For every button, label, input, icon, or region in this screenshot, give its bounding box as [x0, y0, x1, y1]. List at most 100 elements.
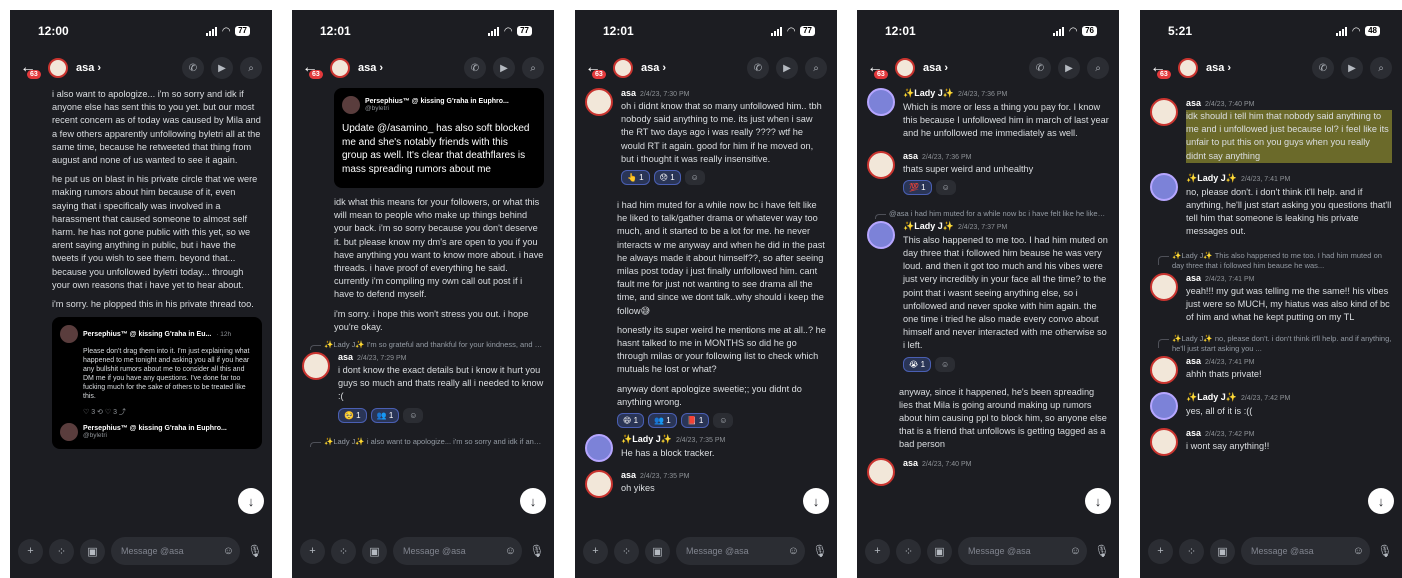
scroll-down-button[interactable]: ↓	[520, 488, 546, 514]
avatar[interactable]	[585, 470, 613, 499]
reaction[interactable]: 👥 1	[648, 413, 677, 429]
avatar[interactable]	[48, 58, 68, 78]
contact-name[interactable]: asa ›	[641, 62, 740, 74]
call-icon[interactable]: ✆	[1312, 57, 1334, 79]
call-icon[interactable]: ✆	[1029, 57, 1051, 79]
avatar[interactable]	[1150, 272, 1178, 301]
author-name[interactable]: asa	[903, 151, 918, 161]
video-icon[interactable]: ▶	[776, 57, 798, 79]
apps-icon[interactable]: ⁘	[614, 538, 639, 564]
search-icon[interactable]: ⌕	[522, 57, 544, 79]
gift-icon[interactable]: ▣	[80, 538, 105, 564]
reaction[interactable]: 😄 1	[617, 413, 645, 429]
add-reaction-icon[interactable]: ☺	[935, 356, 956, 372]
avatar[interactable]	[1150, 172, 1178, 201]
apps-icon[interactable]: ⁘	[331, 538, 356, 564]
message-list[interactable]: i also want to apologize... i'm so sorry…	[10, 84, 272, 524]
contact-name[interactable]: asa ›	[358, 62, 457, 74]
video-icon[interactable]: ▶	[1341, 57, 1363, 79]
emoji-icon[interactable]: ☺	[1070, 545, 1081, 557]
scroll-down-button[interactable]: ↓	[238, 488, 264, 514]
reply-preview[interactable]: @asa i had him muted for a while now bc …	[867, 209, 1109, 219]
avatar[interactable]	[1150, 392, 1178, 421]
message-input[interactable]: Message @asa ☺	[1241, 537, 1370, 565]
microphone-icon[interactable]: 🎙	[246, 544, 264, 558]
author-name[interactable]: ✨Lady J✨	[903, 221, 954, 231]
add-reaction-icon[interactable]: ☺	[713, 413, 734, 429]
emoji-icon[interactable]: ☺	[1353, 545, 1364, 557]
add-reaction-icon[interactable]: ☺	[684, 170, 705, 186]
reply-preview[interactable]: ✨Lady J✨ no, please don't. i don't think…	[1150, 334, 1392, 354]
gift-icon[interactable]: ▣	[645, 538, 670, 564]
avatar[interactable]	[1178, 58, 1198, 78]
reaction[interactable]: 💯 1	[903, 179, 932, 195]
apps-icon[interactable]: ⁘	[1179, 538, 1204, 564]
author-name[interactable]: ✨Lady J✨	[621, 434, 672, 444]
gift-icon[interactable]: ▣	[362, 538, 387, 564]
reaction[interactable]: 👆 1	[621, 170, 650, 186]
message-input[interactable]: Message @asa ☺	[393, 537, 522, 565]
avatar[interactable]	[867, 150, 895, 179]
author-name[interactable]: asa	[1186, 98, 1201, 108]
call-icon[interactable]: ✆	[464, 57, 486, 79]
reply-preview[interactable]: ✨Lady J✨ This also happened to me too. I…	[1150, 251, 1392, 271]
microphone-icon[interactable]: 🎙	[528, 544, 546, 558]
contact-name[interactable]: asa ›	[1206, 62, 1305, 74]
plus-icon[interactable]: +	[300, 538, 325, 564]
scroll-down-button[interactable]: ↓	[1085, 488, 1111, 514]
emoji-icon[interactable]: ☺	[223, 545, 234, 557]
author-name[interactable]: ✨Lady J✨	[903, 88, 954, 98]
reaction[interactable]: 👥 1	[370, 407, 400, 423]
avatar[interactable]	[1150, 356, 1178, 385]
avatar[interactable]	[330, 58, 350, 78]
microphone-icon[interactable]: 🎙	[1093, 544, 1111, 558]
emoji-icon[interactable]: ☺	[788, 545, 799, 557]
author-name[interactable]: asa	[1186, 273, 1201, 283]
author-name[interactable]: asa	[903, 458, 918, 468]
reaction[interactable]: 📕 1	[680, 413, 710, 429]
microphone-icon[interactable]: 🎙	[811, 544, 829, 558]
author-name[interactable]: ✨Lady J✨	[1186, 173, 1237, 183]
avatar[interactable]	[585, 434, 613, 463]
video-icon[interactable]: ▶	[1058, 57, 1080, 79]
search-icon[interactable]: ⌕	[1370, 57, 1392, 79]
emoji-icon[interactable]: ☺	[505, 545, 516, 557]
avatar[interactable]	[585, 88, 613, 116]
avatar[interactable]	[867, 88, 895, 116]
plus-icon[interactable]: +	[865, 538, 890, 564]
contact-name[interactable]: asa ›	[76, 62, 175, 74]
scroll-down-button[interactable]: ↓	[803, 488, 829, 514]
video-icon[interactable]: ▶	[493, 57, 515, 79]
search-icon[interactable]: ⌕	[805, 57, 827, 79]
video-icon[interactable]: ▶	[211, 57, 233, 79]
message-list[interactable]: Persephius™ @ kissing G'raha in Euphro..…	[292, 84, 554, 524]
call-icon[interactable]: ✆	[747, 57, 769, 79]
author-name[interactable]: asa	[338, 352, 353, 362]
call-icon[interactable]: ✆	[182, 57, 204, 79]
avatar[interactable]	[867, 457, 895, 486]
avatar[interactable]	[895, 58, 915, 78]
author-name[interactable]: asa	[621, 88, 636, 98]
message-list[interactable]: ✨Lady J✨ 2/4/23, 7:36 PM Which is more or…	[857, 84, 1119, 524]
reaction[interactable]: 🥺 1	[338, 407, 367, 423]
apps-icon[interactable]: ⁘	[896, 538, 921, 564]
plus-icon[interactable]: +	[18, 538, 43, 564]
avatar[interactable]	[1150, 428, 1178, 457]
author-name[interactable]: asa	[1186, 428, 1201, 438]
reaction[interactable]: 😭 1	[903, 356, 932, 372]
gift-icon[interactable]: ▣	[1210, 538, 1235, 564]
tweet-embed[interactable]: Persephius™ @ kissing G'raha in Euphro..…	[334, 88, 544, 188]
avatar[interactable]	[1150, 98, 1178, 126]
plus-icon[interactable]: +	[583, 538, 608, 564]
avatar[interactable]	[613, 58, 633, 78]
apps-icon[interactable]: ⁘	[49, 538, 74, 564]
author-name[interactable]: asa	[1186, 356, 1201, 366]
plus-icon[interactable]: +	[1148, 538, 1173, 564]
message-list[interactable]: asa 2/4/23, 7:40 PM idk should i tell him…	[1140, 84, 1402, 524]
message-input[interactable]: Message @asa ☺	[111, 537, 240, 565]
reply-preview[interactable]: ✨Lady J✨ i also want to apologize... i'm…	[302, 437, 544, 447]
search-icon[interactable]: ⌕	[1087, 57, 1109, 79]
message-list[interactable]: asa 2/4/23, 7:30 PM oh i didnt know that …	[575, 84, 837, 524]
reply-preview[interactable]: ✨Lady J✨ I'm so grateful and thankful fo…	[302, 340, 544, 351]
author-name[interactable]: ✨Lady J✨	[1186, 392, 1237, 402]
